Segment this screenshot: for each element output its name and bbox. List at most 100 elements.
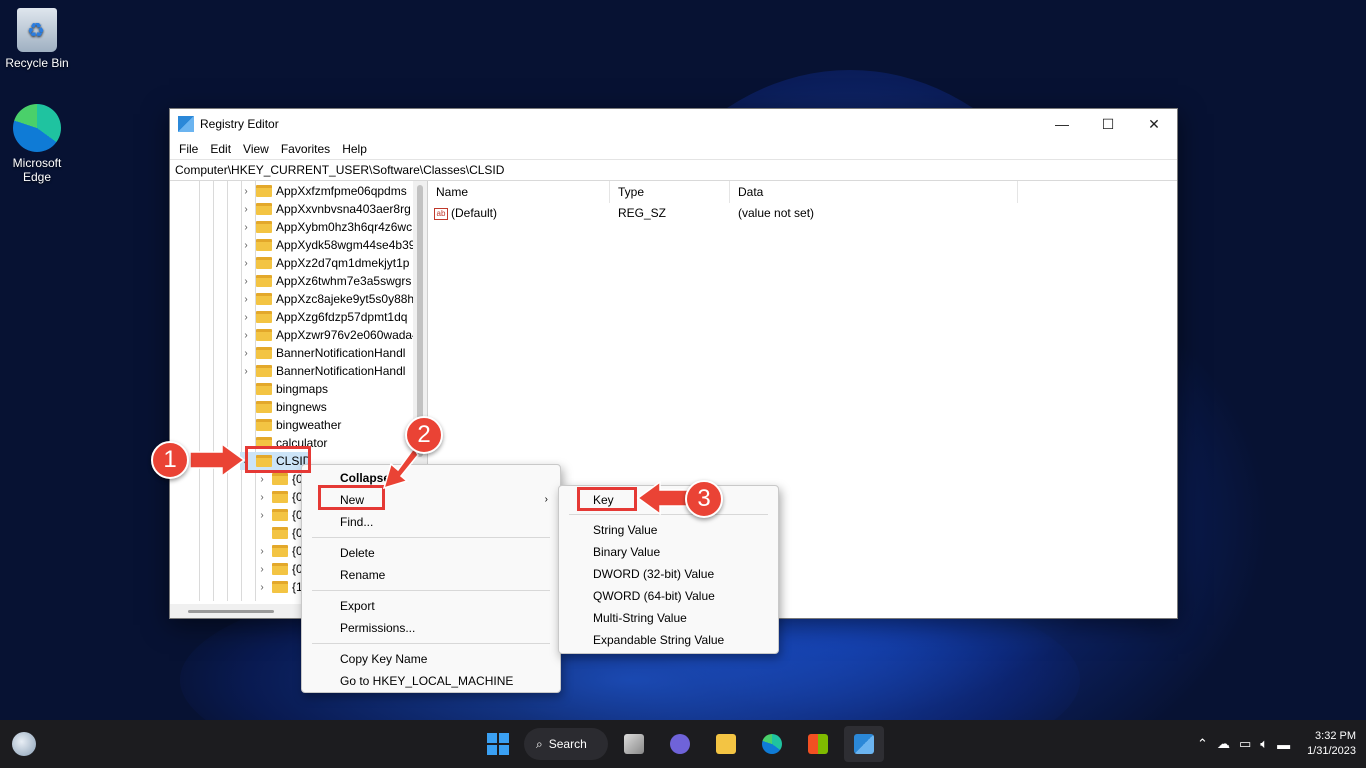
submenu-string-value[interactable]: String Value (559, 519, 778, 541)
menu-permissions[interactable]: Permissions... (302, 617, 560, 639)
tree-item[interactable]: › AppXz2d7qm1dmekjyt1p (240, 254, 409, 272)
tree-item[interactable]: › AppXzwr976v2e060wada4 (240, 326, 418, 344)
chevron-right-icon[interactable]: › (256, 492, 268, 503)
tree-child-item[interactable]: {0 (256, 524, 303, 542)
folder-icon (256, 311, 272, 323)
edge-desktop-icon[interactable]: Microsoft Edge (0, 104, 74, 184)
highlight-key (577, 487, 637, 511)
chat-icon (670, 734, 690, 754)
chevron-right-icon[interactable]: › (240, 186, 252, 197)
tree-item[interactable]: › AppXzc8ajeke9yt5s0y88h (240, 290, 414, 308)
folder-icon (256, 275, 272, 287)
minimize-button[interactable]: — (1039, 109, 1085, 139)
store-button[interactable] (798, 726, 838, 762)
file-explorer-button[interactable] (706, 726, 746, 762)
address-bar[interactable]: Computer\HKEY_CURRENT_USER\Software\Clas… (170, 159, 1177, 181)
recycle-bin-icon (17, 8, 57, 52)
tree-item-label: bingmaps (276, 382, 329, 396)
tree-child-item[interactable]: › {0 (256, 488, 302, 506)
tree-item[interactable]: › AppXz6twhm7e3a5swgrs (240, 272, 411, 290)
tree-item[interactable]: › AppXzg6fdzp57dpmt1dq (240, 308, 407, 326)
chevron-right-icon[interactable]: › (240, 312, 252, 323)
close-button[interactable]: ✕ (1131, 109, 1177, 139)
values-header: Name Type Data (428, 181, 1177, 203)
tree-item[interactable]: › BannerNotificationHandl (240, 362, 405, 380)
menu-goto-hklm[interactable]: Go to HKEY_LOCAL_MACHINE (302, 670, 560, 692)
tree-child-item[interactable]: › {1 (256, 578, 302, 596)
menu-find[interactable]: Find... (302, 511, 560, 533)
chevron-right-icon[interactable]: › (256, 546, 268, 557)
tree-item-label: BannerNotificationHandl (276, 364, 406, 378)
menu-view[interactable]: View (237, 142, 275, 156)
chevron-right-icon[interactable]: › (256, 510, 268, 521)
onedrive-cloud-icon[interactable]: ☁ (1217, 736, 1230, 752)
menu-export[interactable]: Export (302, 595, 560, 617)
menu-favorites[interactable]: Favorites (275, 142, 336, 156)
tree-child-item[interactable]: › {0 (256, 542, 302, 560)
submenu-dword-value[interactable]: DWORD (32-bit) Value (559, 563, 778, 585)
value-type: REG_SZ (618, 206, 667, 220)
weather-widget-icon[interactable] (12, 732, 36, 756)
tree-item[interactable]: bingweather (240, 416, 341, 434)
chevron-right-icon[interactable]: › (240, 276, 252, 287)
submenu-expandable-string-value[interactable]: Expandable String Value (559, 629, 778, 651)
taskbar: ⌕ Search ⌃ ☁ ▭ 🔈︎ ▬ 3:32 PM 1/31/2023 (0, 720, 1366, 768)
folder-icon (256, 239, 272, 251)
step-badge-1: 1 (151, 441, 189, 479)
chevron-right-icon[interactable]: › (240, 366, 252, 377)
chevron-right-icon[interactable]: › (256, 474, 268, 485)
tree-child-item[interactable]: › {0 (256, 560, 302, 578)
submenu-multi-string-value[interactable]: Multi-String Value (559, 607, 778, 629)
tree-item[interactable]: › AppXydk58wgm44se4b39 (240, 236, 415, 254)
clock[interactable]: 3:32 PM 1/31/2023 (1307, 729, 1356, 759)
chevron-right-icon[interactable]: › (256, 564, 268, 575)
menu-copy-key-name[interactable]: Copy Key Name (302, 648, 560, 670)
column-type[interactable]: Type (610, 181, 730, 203)
menu-help[interactable]: Help (336, 142, 373, 156)
tree-item[interactable]: › AppXxfzmfpme06qpdms (240, 182, 406, 200)
tree-item[interactable]: › AppXybm0hz3h6qr4z6wc (240, 218, 412, 236)
start-button[interactable] (478, 726, 518, 762)
value-row[interactable]: ab (Default) REG_SZ (value not set) (428, 203, 1177, 223)
search-button[interactable]: ⌕ Search (524, 728, 608, 760)
tree-child-item[interactable]: › {0 (256, 506, 302, 524)
title-bar[interactable]: Registry Editor — ☐ ✕ (170, 109, 1177, 139)
chevron-right-icon[interactable]: › (240, 348, 252, 359)
menu-delete[interactable]: Delete (302, 542, 560, 564)
submenu-binary-value[interactable]: Binary Value (559, 541, 778, 563)
chevron-right-icon[interactable]: › (240, 222, 252, 233)
recycle-bin-desktop-icon[interactable]: Recycle Bin (0, 8, 74, 70)
task-view-button[interactable] (614, 726, 654, 762)
chevron-up-icon[interactable]: ⌃ (1197, 736, 1208, 752)
chat-button[interactable] (660, 726, 700, 762)
network-icon[interactable]: ▭ (1239, 736, 1251, 752)
tree-item[interactable]: › AppXxvnbvsna403aer8rg (240, 200, 410, 218)
volume-icon[interactable]: 🔈︎ (1260, 736, 1268, 752)
folder-icon (256, 293, 272, 305)
tree-item[interactable]: › BannerNotificationHandl (240, 344, 405, 362)
tree-item[interactable]: bingnews (240, 398, 327, 416)
menu-rename[interactable]: Rename (302, 564, 560, 586)
clock-date: 1/31/2023 (1307, 745, 1356, 757)
edge-icon (762, 734, 782, 754)
chevron-right-icon[interactable]: › (240, 294, 252, 305)
submenu-qword-value[interactable]: QWORD (64-bit) Value (559, 585, 778, 607)
menu-file[interactable]: File (173, 142, 204, 156)
column-name[interactable]: Name (428, 181, 610, 203)
column-data[interactable]: Data (730, 181, 1018, 203)
menu-separator (312, 590, 550, 591)
chevron-right-icon[interactable]: › (240, 258, 252, 269)
folder-icon (256, 185, 272, 197)
edge-taskbar-button[interactable] (752, 726, 792, 762)
menu-edit[interactable]: Edit (204, 142, 237, 156)
tree-item[interactable]: bingmaps (240, 380, 328, 398)
registry-editor-taskbar-button[interactable] (844, 726, 884, 762)
maximize-button[interactable]: ☐ (1085, 109, 1131, 139)
tree-item-label: bingweather (276, 418, 342, 432)
chevron-right-icon[interactable]: › (240, 240, 252, 251)
highlight-clsid (245, 446, 311, 473)
battery-icon[interactable]: ▬ (1277, 737, 1290, 752)
chevron-right-icon[interactable]: › (256, 582, 268, 593)
chevron-right-icon[interactable]: › (240, 204, 252, 215)
chevron-right-icon[interactable]: › (240, 330, 252, 341)
